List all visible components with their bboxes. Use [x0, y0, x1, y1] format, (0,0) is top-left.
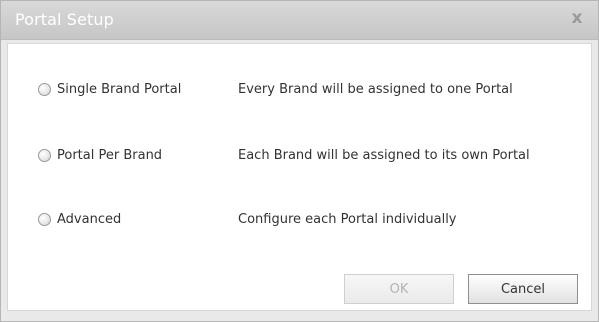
radio-label[interactable]: Single Brand Portal [57, 82, 181, 97]
option-description: Every Brand will be assigned to one Port… [238, 81, 513, 97]
radio-advanced[interactable]: Advanced [38, 204, 121, 234]
option-row-single-brand-portal: Single Brand Portal Every Brand will be … [8, 74, 591, 104]
option-row-portal-per-brand: Portal Per Brand Each Brand will be assi… [8, 140, 591, 170]
radio-label[interactable]: Advanced [57, 212, 121, 227]
option-description: Configure each Portal individually [238, 211, 457, 227]
radio-label[interactable]: Portal Per Brand [57, 148, 162, 163]
radio-button-icon[interactable] [38, 82, 51, 96]
radio-button-icon[interactable] [38, 212, 51, 226]
radio-portal-per-brand[interactable]: Portal Per Brand [38, 140, 162, 170]
close-icon[interactable]: x [566, 7, 588, 29]
options-panel: Single Brand Portal Every Brand will be … [7, 43, 592, 311]
radio-single-brand-portal[interactable]: Single Brand Portal [38, 74, 181, 104]
dialog-buttons: OK Cancel [8, 274, 591, 306]
option-row-advanced: Advanced Configure each Portal individua… [8, 204, 591, 234]
ok-button[interactable]: OK [344, 274, 454, 304]
portal-setup-dialog: Portal Setup x Single Brand Portal Every… [0, 0, 599, 322]
option-description: Each Brand will be assigned to its own P… [238, 147, 530, 163]
dialog-title: Portal Setup [15, 10, 114, 29]
radio-button-icon[interactable] [38, 148, 51, 162]
title-bar[interactable]: Portal Setup x [1, 1, 598, 40]
cancel-button[interactable]: Cancel [468, 274, 578, 304]
